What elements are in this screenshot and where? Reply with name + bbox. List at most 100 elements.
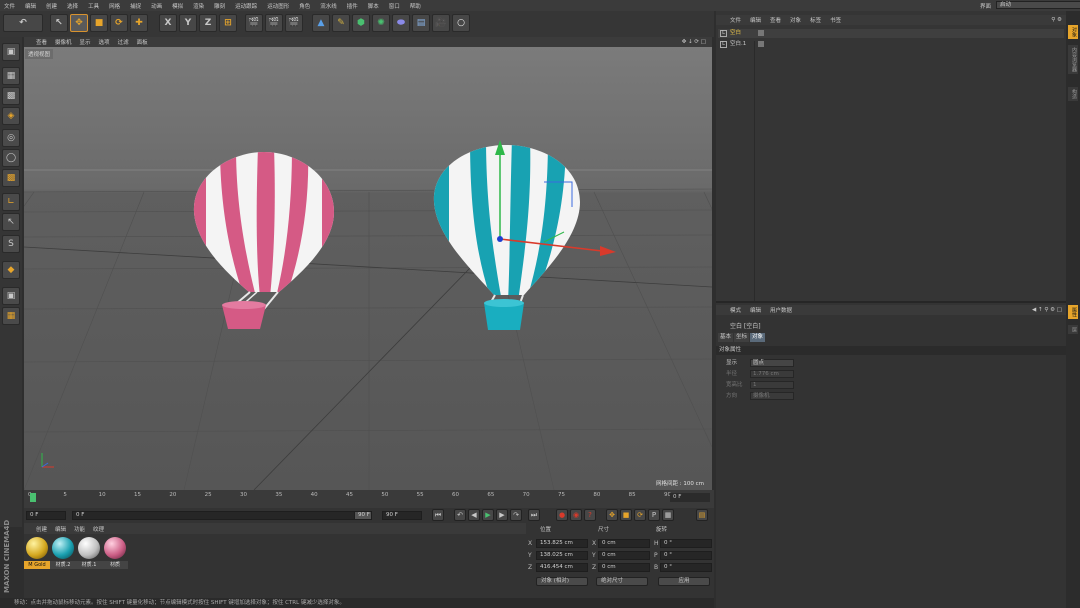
material-menu-texture[interactable]: 纹理: [93, 525, 104, 533]
range-start-field[interactable]: 0 F: [72, 511, 372, 520]
lock-workplane-icon[interactable]: ▣: [2, 287, 20, 305]
recent-tool-icon[interactable]: ✚: [130, 14, 148, 32]
material-menu-function[interactable]: 功能: [74, 525, 85, 533]
next-frame-icon[interactable]: ▶: [496, 509, 508, 521]
radius-field[interactable]: 1.776 cm: [750, 370, 794, 378]
start-frame-field[interactable]: 0 F: [26, 511, 66, 520]
position-z-field[interactable]: 416.454 cm: [536, 563, 588, 572]
visibility-icon[interactable]: [758, 41, 764, 47]
floor-icon[interactable]: ▤: [412, 14, 430, 32]
tab-structure[interactable]: 构造: [1068, 87, 1078, 101]
tab-objects[interactable]: 对象: [1068, 25, 1078, 39]
viewport-menu-camera[interactable]: 摄像机: [55, 38, 72, 46]
material-swatch[interactable]: 材质.1: [76, 537, 102, 573]
object-menu-tags[interactable]: 标签: [810, 16, 821, 24]
grid-plane-icon[interactable]: ▦: [2, 307, 20, 325]
texture-mode-icon[interactable]: ▩: [2, 87, 20, 105]
visibility-icon[interactable]: [758, 30, 764, 36]
nav-arrows-icon[interactable]: ◀ ↑ ⚲ ⚙ □: [1032, 307, 1062, 313]
tab-layers[interactable]: 层: [1068, 325, 1078, 334]
x-axis-lock-icon[interactable]: X: [159, 14, 177, 32]
cube-icon[interactable]: ▲: [312, 14, 330, 32]
menu-window[interactable]: 窗口: [389, 2, 400, 10]
material-menu-edit[interactable]: 编辑: [55, 525, 66, 533]
next-keyframe-icon[interactable]: ↷: [510, 509, 522, 521]
menu-plugins[interactable]: 插件: [347, 2, 358, 10]
rotate-tool-icon[interactable]: ⟳: [110, 14, 128, 32]
key-position-icon[interactable]: ✥: [606, 509, 618, 521]
display-select[interactable]: 圆点: [750, 359, 794, 367]
menu-sculpt[interactable]: 雕刻: [214, 2, 225, 10]
undo-button[interactable]: ↶: [3, 14, 43, 32]
rotation-h-field[interactable]: 0 °: [660, 539, 712, 548]
viewport-menu-filter[interactable]: 过滤: [118, 38, 129, 46]
autokey-icon[interactable]: ◉: [570, 509, 582, 521]
end-frame-field[interactable]: 90 F: [382, 511, 422, 520]
solo-icon[interactable]: ◆: [2, 261, 20, 279]
play-icon[interactable]: ▶: [482, 509, 494, 521]
rotation-b-field[interactable]: 0 °: [660, 563, 712, 572]
move-tool-icon[interactable]: ✥: [70, 14, 88, 32]
menu-character[interactable]: 角色: [299, 2, 310, 10]
timeline[interactable]: 051015202530354045505560657075808590 0 F: [24, 490, 714, 508]
tab-basic[interactable]: 基本: [718, 333, 734, 342]
render-view-icon[interactable]: 🎬: [245, 14, 263, 32]
workplane-icon[interactable]: ◈: [2, 107, 20, 125]
viewport-menu-view[interactable]: 查看: [36, 38, 47, 46]
go-to-end-icon[interactable]: ⏭: [528, 509, 540, 521]
live-select-icon[interactable]: ↖: [50, 14, 68, 32]
deformer-icon[interactable]: ⬬: [392, 14, 410, 32]
position-y-field[interactable]: 138.025 cm: [536, 551, 588, 560]
points-mode-icon[interactable]: ◎: [2, 129, 20, 147]
attribute-menu-mode[interactable]: 模式: [730, 306, 741, 314]
layout-select[interactable]: 启动: [996, 1, 1080, 9]
size-mode-select[interactable]: 绝对尺寸: [596, 577, 648, 586]
object-menu-bookmarks[interactable]: 书签: [830, 16, 841, 24]
key-pla-icon[interactable]: ▦: [662, 509, 674, 521]
size-x-field[interactable]: 0 cm: [598, 539, 650, 548]
perspective-viewport[interactable]: 透视视图 网格间距 : 100 cm: [24, 47, 712, 490]
tab-attributes[interactable]: 属性: [1068, 305, 1078, 319]
viewport-menu-display[interactable]: 显示: [80, 38, 91, 46]
tweak-mode-icon[interactable]: ↖: [2, 213, 20, 231]
menu-mograph[interactable]: 运动图形: [267, 2, 289, 10]
z-axis-lock-icon[interactable]: Z: [199, 14, 217, 32]
menu-select[interactable]: 选择: [67, 2, 78, 10]
viewport-menu-panel[interactable]: 面板: [137, 38, 148, 46]
menu-tools[interactable]: 工具: [88, 2, 99, 10]
object-menu-objects[interactable]: 对象: [790, 16, 801, 24]
subdivision-icon[interactable]: ⬢: [352, 14, 370, 32]
go-to-start-icon[interactable]: ⏮: [432, 509, 444, 521]
y-axis-lock-icon[interactable]: Y: [179, 14, 197, 32]
rotation-p-field[interactable]: 0 °: [660, 551, 712, 560]
key-param-icon[interactable]: P: [648, 509, 660, 521]
search-icon[interactable]: ⚲ ⚙: [1051, 17, 1062, 23]
array-icon[interactable]: ✺: [372, 14, 390, 32]
menu-create[interactable]: 创建: [46, 2, 57, 10]
pen-icon[interactable]: ✎: [332, 14, 350, 32]
camera-icon[interactable]: 🎥: [432, 14, 450, 32]
menu-file[interactable]: 文件: [4, 2, 15, 10]
object-row[interactable]: L 空白.1: [718, 40, 1064, 49]
attribute-menu-userdata[interactable]: 用户数据: [770, 306, 792, 314]
column-divider[interactable]: [754, 41, 755, 301]
render-picture-viewer-icon[interactable]: 🎬: [265, 14, 283, 32]
prev-frame-icon[interactable]: ◀: [468, 509, 480, 521]
aspect-field[interactable]: 1: [750, 381, 794, 389]
menu-animate[interactable]: 动画: [151, 2, 162, 10]
viewport-nav-icons[interactable]: ✥ ↓ ⟳ □: [682, 39, 706, 45]
attribute-menu-edit[interactable]: 编辑: [750, 306, 761, 314]
object-menu-file[interactable]: 文件: [730, 16, 741, 24]
material-menu-create[interactable]: 创建: [36, 525, 47, 533]
object-menu-view[interactable]: 查看: [770, 16, 781, 24]
object-menu-edit[interactable]: 编辑: [750, 16, 761, 24]
tab-content-browser[interactable]: 内容浏览器: [1068, 45, 1078, 74]
render-settings-icon[interactable]: 🎬: [285, 14, 303, 32]
menu-render[interactable]: 渲染: [193, 2, 204, 10]
tab-object[interactable]: 对象: [750, 333, 766, 342]
material-swatch[interactable]: M Gold: [24, 537, 50, 573]
coordinate-mode-select[interactable]: 对象 (相对): [536, 577, 588, 586]
make-editable-icon[interactable]: ▣: [2, 43, 20, 61]
prev-keyframe-icon[interactable]: ↶: [454, 509, 466, 521]
menu-simulate[interactable]: 模拟: [172, 2, 183, 10]
